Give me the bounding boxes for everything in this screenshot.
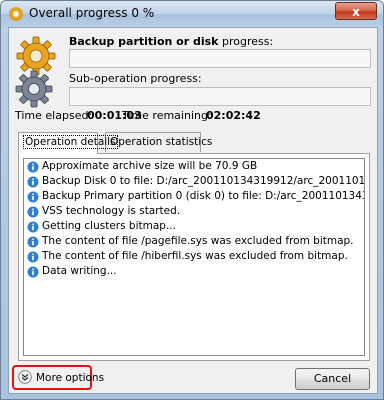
progress-dialog: Overall progress 0 % x Backup partition … xyxy=(0,0,384,400)
cancel-button[interactable]: Cancel xyxy=(295,368,370,390)
sub-progress-label: Sub-operation progress: xyxy=(69,72,202,85)
log-text: The content of file /pagefile.sys was ex… xyxy=(42,235,354,247)
log-item: Data writing... xyxy=(24,264,364,279)
log-item: Backup Disk 0 to file: D:/arc_2001101343… xyxy=(24,174,364,189)
info-icon xyxy=(27,176,39,187)
cancel-label: Cancel xyxy=(313,372,352,385)
log-text: VSS technology is started. xyxy=(42,205,181,217)
more-options-highlight: More options xyxy=(12,365,104,390)
close-button[interactable]: x xyxy=(335,2,377,20)
info-icon xyxy=(27,191,39,202)
time-elapsed-label: Time elapsed: xyxy=(15,109,93,122)
info-icon xyxy=(27,251,39,262)
app-icon xyxy=(9,7,23,21)
log-list[interactable]: Approximate archive size will be 70.9 GB… xyxy=(23,158,365,356)
tab-operation-details-label: Operation details xyxy=(23,135,118,149)
sub-progress-bar xyxy=(69,87,371,106)
log-item: The content of file /pagefile.sys was ex… xyxy=(24,234,364,249)
time-remaining-label: Time remaining: xyxy=(122,109,212,122)
log-item: Getting clusters bitmap... xyxy=(24,219,364,234)
log-item: VSS technology is started. xyxy=(24,204,364,219)
log-text: Getting clusters bitmap... xyxy=(42,220,176,232)
more-options-label: More options xyxy=(36,372,105,384)
main-progress-suffix: progress: xyxy=(218,35,274,48)
tab-operation-statistics[interactable]: Operation statistics xyxy=(105,132,212,152)
main-progress-operation: Backup partition or disk xyxy=(69,35,219,48)
more-options-button[interactable]: More options xyxy=(18,370,104,386)
log-text: Backup Primary partition 0 (disk 0) to f… xyxy=(42,190,364,202)
info-icon xyxy=(27,236,39,247)
tab-operation-details[interactable]: Operation details xyxy=(18,132,118,154)
title-bar[interactable]: Overall progress 0 % x xyxy=(1,1,383,27)
info-icon xyxy=(27,221,39,232)
log-text: Backup Disk 0 to file: D:/arc_2001101343… xyxy=(42,175,364,187)
log-text: Data writing... xyxy=(42,265,117,277)
log-item: Backup Primary partition 0 (disk 0) to f… xyxy=(24,189,364,204)
gears-icon xyxy=(15,36,56,108)
dialog-body: Backup partition or disk progress: Sub-o… xyxy=(8,27,378,394)
log-item: Approximate archive size will be 70.9 GB xyxy=(24,159,364,174)
chevron-down-icon xyxy=(18,370,32,384)
operation-details-panel: Approximate archive size will be 70.9 GB… xyxy=(18,153,370,361)
info-icon xyxy=(27,266,39,277)
main-progress-label: Backup partition or disk progress: xyxy=(69,35,273,48)
info-icon xyxy=(27,206,39,217)
info-icon xyxy=(27,161,39,172)
main-progress-bar xyxy=(69,49,371,68)
log-text: Approximate archive size will be 70.9 GB xyxy=(42,160,258,172)
tab-operation-statistics-label: Operation statistics xyxy=(110,136,213,148)
window-title: Overall progress 0 % xyxy=(29,6,155,20)
log-item: The content of file /hiberfil.sys was ex… xyxy=(24,249,364,264)
tab-bar: Operation details Operation statistics xyxy=(18,132,370,154)
log-text: The content of file /hiberfil.sys was ex… xyxy=(42,250,348,262)
close-icon: x xyxy=(352,5,360,19)
time-remaining-value: 02:02:42 xyxy=(206,109,261,122)
